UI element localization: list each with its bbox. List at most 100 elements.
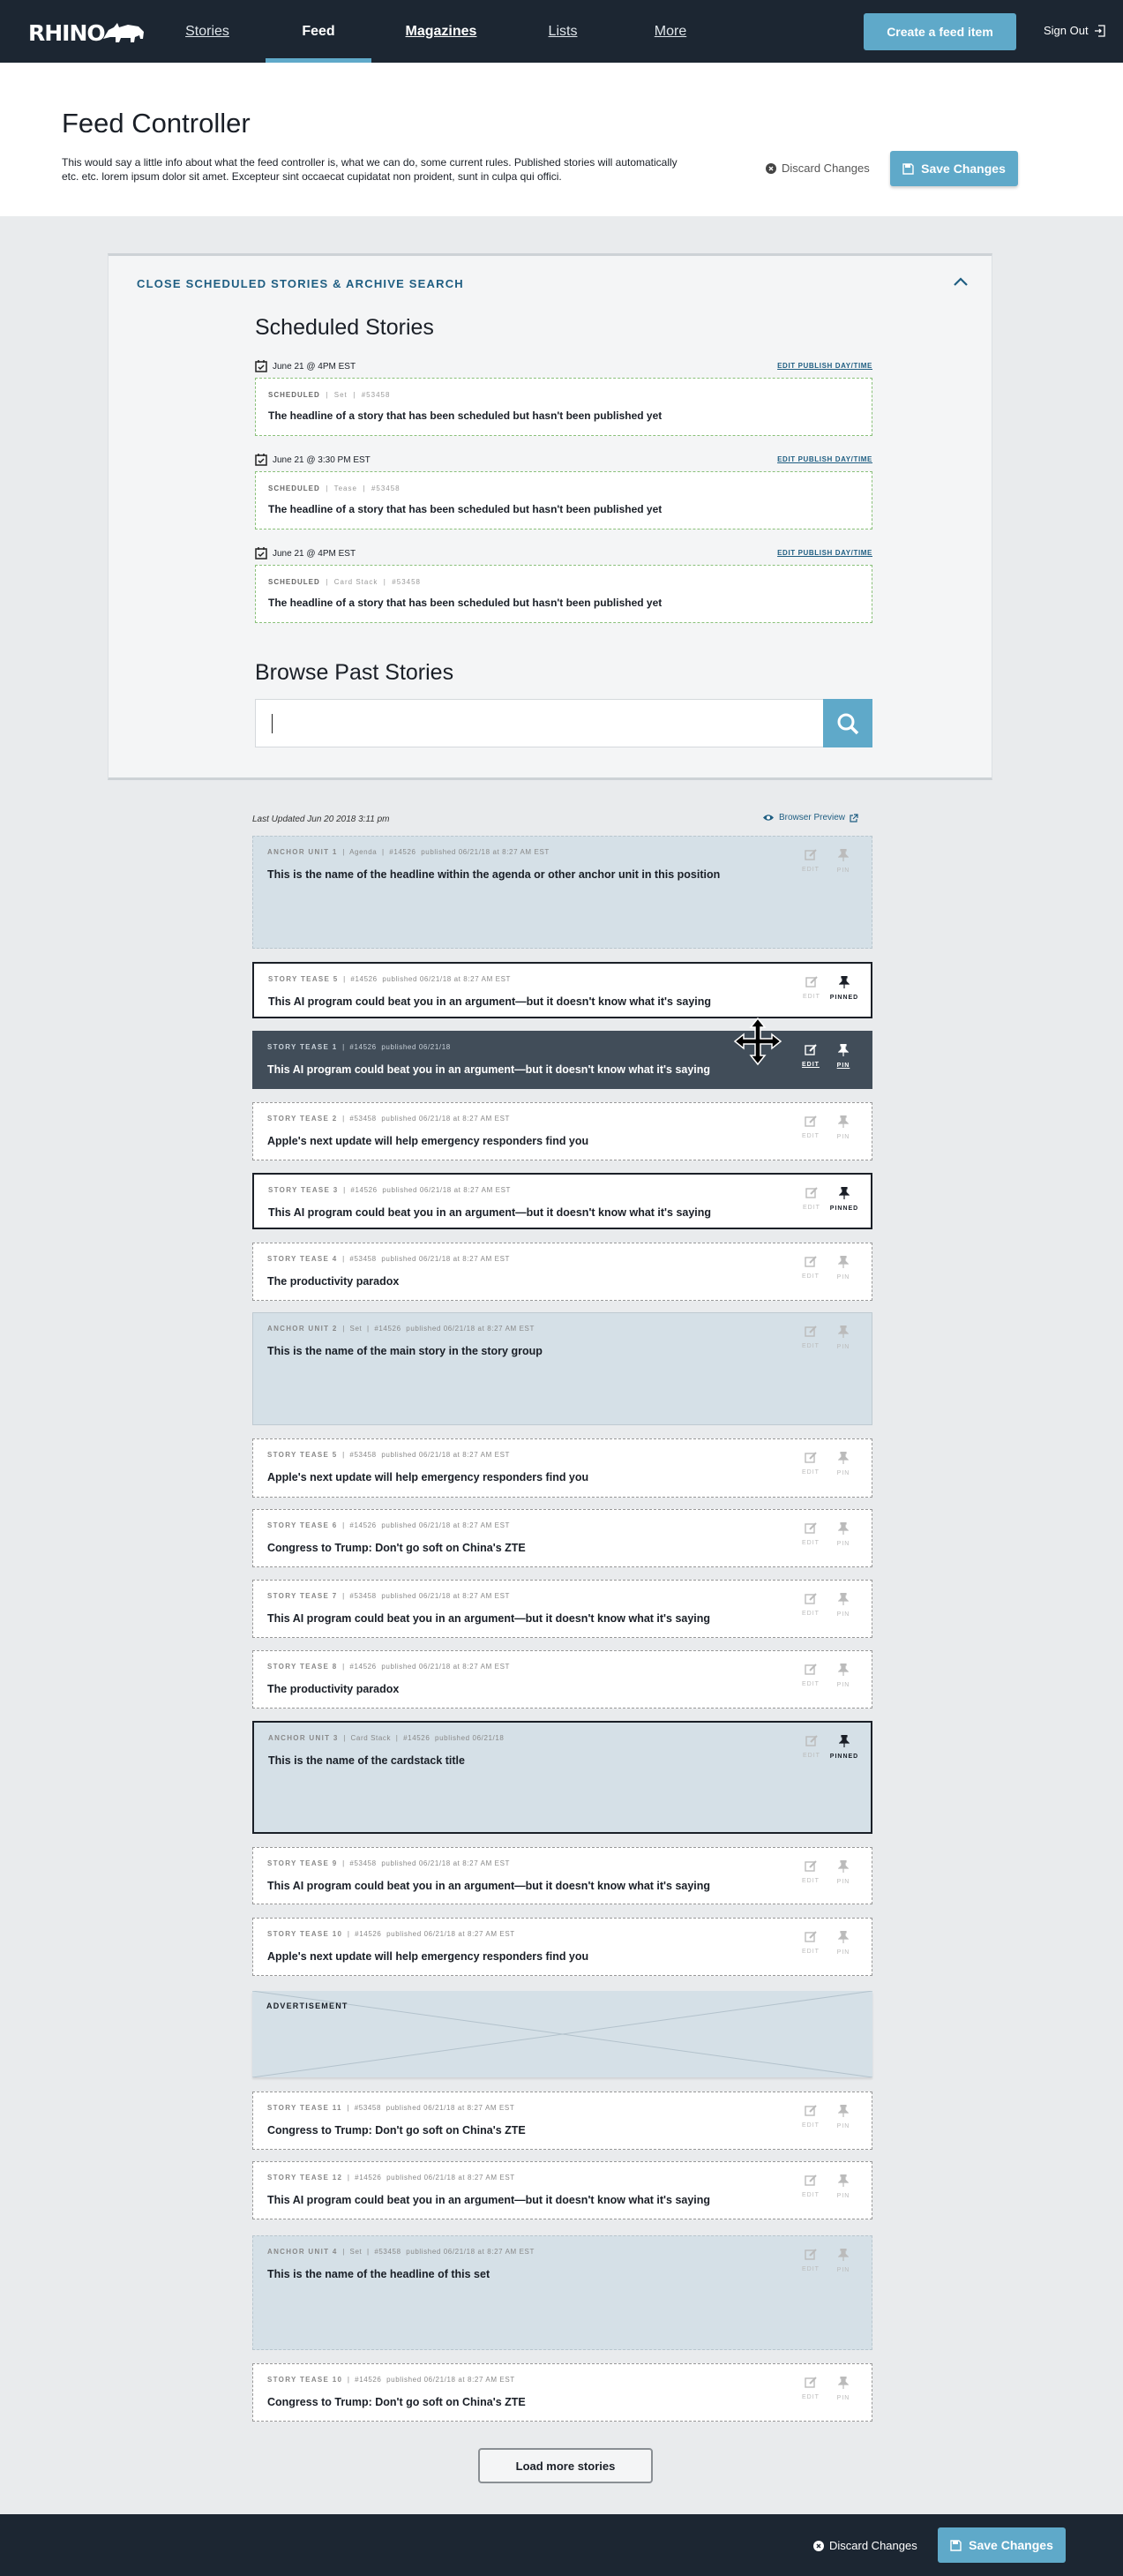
scheduled-story-card[interactable]: SCHEDULED | Tease | #53458 The headline … (255, 471, 872, 529)
footer-discard-button[interactable]: Discard Changes (813, 2539, 917, 2552)
footer-save-button[interactable]: Save Changes (938, 2527, 1066, 2563)
card-meta: STORY TEASE 11 | #53458 published 06/21/… (267, 2104, 515, 2112)
card-published: published 06/21/18 at 8:27 AM EST (381, 1521, 511, 1529)
edit-button[interactable]: EDIT (797, 849, 824, 873)
browse-search-input[interactable] (255, 699, 872, 747)
pin-button[interactable]: PIN (830, 1930, 857, 1956)
story-tease-card[interactable]: STORY TEASE 6 | #14526 published 06/21/1… (252, 1509, 872, 1567)
edit-button[interactable]: EDIT (797, 1452, 824, 1476)
pin-icon (837, 1115, 850, 1130)
pin-button[interactable]: PIN (830, 1663, 857, 1688)
pin-button[interactable]: PIN (830, 2104, 857, 2129)
load-more-button[interactable]: Load more stories (478, 2448, 653, 2483)
pin-button[interactable]: PIN (830, 1859, 857, 1885)
nav-magazines[interactable]: Magazines (401, 0, 481, 63)
pin-icon (837, 1930, 850, 1945)
pin-button[interactable]: PIN (830, 1043, 857, 1069)
anchor-unit-card[interactable]: ANCHOR UNIT 3 | Card Stack | #14526 publ… (252, 1721, 872, 1834)
anchor-unit-card[interactable]: ANCHOR UNIT 1 | Agenda | #14526 publishe… (252, 836, 872, 949)
create-feed-item-button[interactable]: Create a feed item (864, 13, 1016, 50)
nav-more[interactable]: More (648, 0, 693, 63)
nav-stories[interactable]: Stories (176, 0, 238, 63)
card-id: #14526 (350, 975, 378, 983)
edit-button[interactable]: EDIT (798, 1735, 825, 1759)
edit-button[interactable]: EDIT (797, 2249, 824, 2272)
pin-button[interactable]: PIN (830, 2376, 857, 2401)
edit-button[interactable]: EDIT (797, 1593, 824, 1617)
pin-button[interactable]: PIN (830, 1255, 857, 1280)
pin-icon (837, 2104, 850, 2119)
pin-icon (837, 1663, 850, 1678)
pin-button[interactable]: PIN (830, 1325, 857, 1350)
scheduled-stories-title: Scheduled Stories (255, 315, 434, 340)
sign-out-label: Sign Out (1044, 24, 1089, 37)
search-button[interactable] (823, 699, 872, 747)
move-cursor-icon[interactable] (731, 1015, 784, 1068)
scheduled-story-card[interactable]: SCHEDULED | Card Stack | #53458 The head… (255, 565, 872, 623)
sign-out-link[interactable]: Sign Out (1044, 24, 1106, 37)
rhino-logo[interactable]: RHINO (28, 19, 147, 46)
card-published: published 06/21/18 at 8:27 AM EST (381, 1115, 511, 1123)
story-tease-card[interactable]: STORY TEASE 8 | #14526 published 06/21/1… (252, 1650, 872, 1709)
edit-button[interactable]: EDIT (797, 1860, 824, 1884)
edit-button[interactable]: EDIT (797, 1931, 824, 1955)
pin-button[interactable]: PINNED (830, 1186, 857, 1212)
browser-preview-link[interactable]: Browser Preview (762, 813, 858, 822)
scheduled-story-card[interactable]: SCHEDULED | Set | #53458 The headline of… (255, 378, 872, 436)
story-tease-card[interactable]: STORY TEASE 7 | #53458 published 06/21/1… (252, 1580, 872, 1638)
anchor-unit-card[interactable]: ANCHOR UNIT 2 | Set | #14526 published 0… (252, 1312, 872, 1425)
card-meta: STORY TEASE 9 | #53458 published 06/21/1… (267, 1859, 511, 1867)
edit-button[interactable]: EDIT (797, 1044, 824, 1068)
story-tease-card[interactable]: STORY TEASE 4 | #53458 published 06/21/1… (252, 1243, 872, 1301)
edit-button[interactable]: EDIT (797, 2105, 824, 2129)
nav-feed[interactable]: Feed (266, 0, 371, 66)
edit-button[interactable]: EDIT (798, 1187, 825, 1211)
edit-button[interactable]: EDIT (797, 1256, 824, 1280)
story-tease-card[interactable]: STORY TEASE 12 | #14526 published 06/21/… (252, 2161, 872, 2219)
edit-button[interactable]: EDIT (797, 2377, 824, 2400)
edit-publish-time-link[interactable]: EDIT PUBLISH DAY/TIME (777, 455, 872, 463)
edit-publish-time-link[interactable]: EDIT PUBLISH DAY/TIME (777, 362, 872, 370)
pin-button[interactable]: PIN (830, 1115, 857, 1140)
save-changes-button[interactable]: Save Changes (890, 151, 1018, 186)
story-tease-card[interactable]: STORY TEASE 3 | #14526 published 06/21/1… (252, 1173, 872, 1229)
edit-button[interactable]: EDIT (798, 976, 825, 1000)
edit-button[interactable]: EDIT (797, 2174, 824, 2198)
close-scheduled-toggle[interactable]: CLOSE SCHEDULED STORIES & ARCHIVE SEARCH (137, 277, 464, 290)
chevron-up-icon[interactable] (951, 273, 970, 292)
edit-label: EDIT (802, 2266, 820, 2272)
pin-button[interactable]: PIN (830, 848, 857, 874)
edit-label: EDIT (802, 2394, 820, 2400)
card-published: published 06/21/18 (381, 1043, 451, 1051)
pin-label: PINNED (829, 995, 859, 1001)
story-tease-card[interactable]: STORY TEASE 2 | #53458 published 06/21/1… (252, 1102, 872, 1160)
story-tease-card[interactable]: STORY TEASE 5 | #14526 published 06/21/1… (252, 962, 872, 1018)
pin-button[interactable]: PIN (830, 1592, 857, 1618)
edit-button[interactable]: EDIT (797, 1326, 824, 1349)
pin-label: PINNED (829, 1754, 859, 1760)
pin-button[interactable]: PINNED (829, 975, 859, 1001)
story-tease-card[interactable]: STORY TEASE 5 | #53458 published 06/21/1… (252, 1438, 872, 1498)
card-type: Card Stack (350, 1734, 392, 1742)
discard-changes-button[interactable]: Discard Changes (766, 161, 870, 175)
pin-button[interactable]: PIN (830, 2174, 857, 2199)
anchor-unit-card[interactable]: ANCHOR UNIT 4 | Set | #53458 published 0… (252, 2235, 872, 2350)
card-headline: Apple's next update will help emergency … (267, 1950, 589, 1963)
edit-button[interactable]: EDIT (797, 1115, 824, 1139)
pin-button[interactable]: PIN (830, 2248, 857, 2273)
story-tease-card[interactable]: STORY TEASE 10 | #14526 published 06/21/… (252, 2363, 872, 2422)
edit-button[interactable]: EDIT (797, 1522, 824, 1546)
pin-button[interactable]: PIN (830, 1521, 857, 1547)
story-tease-card[interactable]: STORY TEASE 11 | #53458 published 06/21/… (252, 2092, 872, 2150)
card-id: #14526 (349, 1521, 377, 1529)
pin-icon (838, 1186, 850, 1201)
story-tease-card[interactable]: STORY TEASE 10 | #14526 published 06/21/… (252, 1918, 872, 1976)
story-tease-card[interactable]: STORY TEASE 9 | #53458 published 06/21/1… (252, 1847, 872, 1904)
scheduled-meta: SCHEDULED | Card Stack | #53458 (268, 578, 421, 586)
pin-button[interactable]: PIN (830, 1451, 857, 1476)
pin-button[interactable]: PINNED (829, 1734, 859, 1760)
edit-button[interactable]: EDIT (797, 1664, 824, 1687)
page-title: Feed Controller (62, 108, 251, 139)
edit-publish-time-link[interactable]: EDIT PUBLISH DAY/TIME (777, 549, 872, 557)
nav-lists[interactable]: Lists (540, 0, 586, 63)
